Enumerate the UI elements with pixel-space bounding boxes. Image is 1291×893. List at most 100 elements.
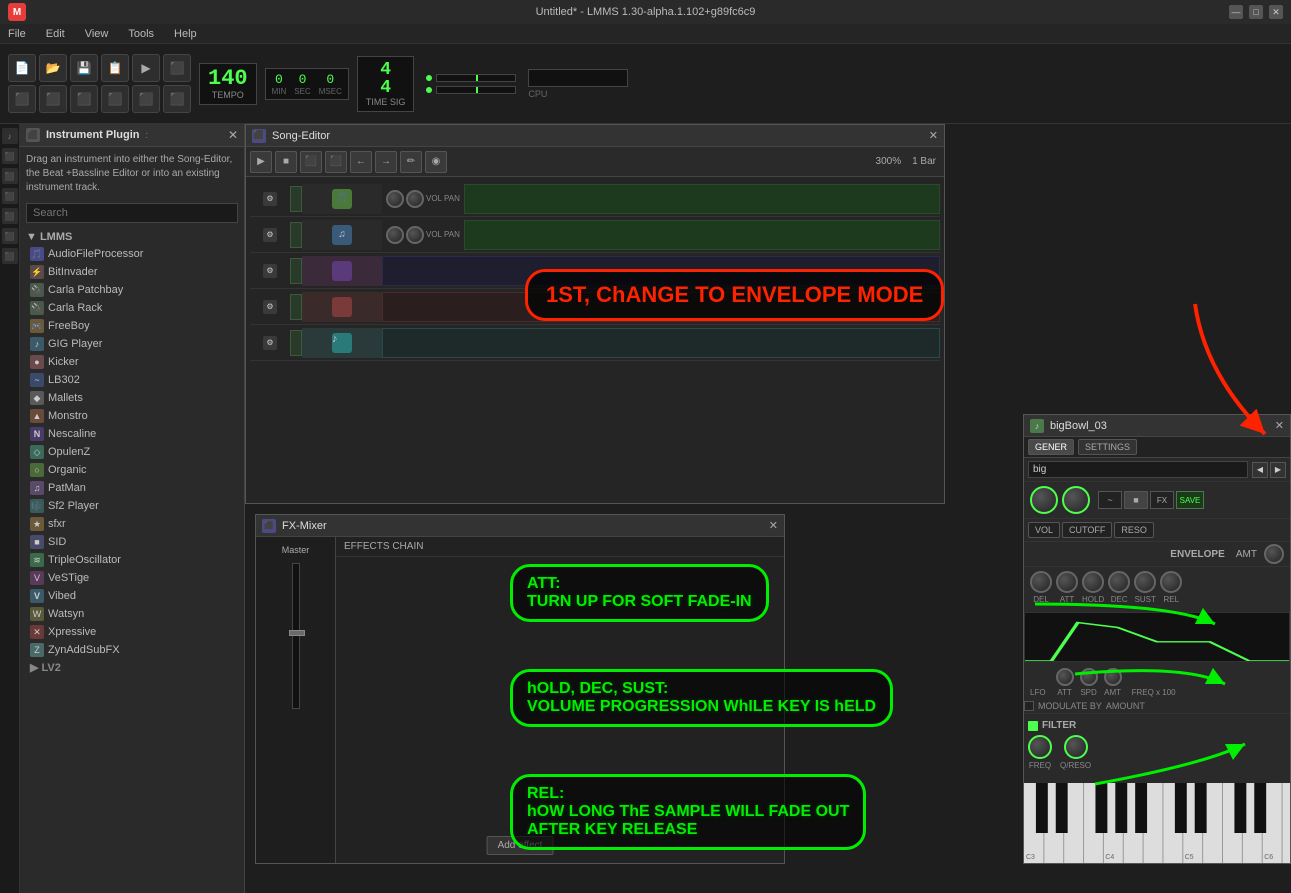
- import-button[interactable]: ⬛: [163, 54, 191, 82]
- song-editor-close[interactable]: ✕: [929, 129, 938, 142]
- instrument-item-audiofileprocessor[interactable]: 🎵 AudioFileProcessor: [26, 245, 238, 263]
- track2-vol-knob[interactable]: [386, 226, 404, 244]
- add-effect-button[interactable]: Add effect: [487, 836, 554, 855]
- bigbowl-del-knob[interactable]: [1030, 571, 1052, 593]
- bigbowl-range-tab-icon[interactable]: ■: [1124, 491, 1148, 509]
- instrument-item-sid[interactable]: ■ SID: [26, 533, 238, 551]
- se-draw-mode[interactable]: ✏: [400, 151, 422, 173]
- bigbowl-cutoff-envlfo-tab[interactable]: CUTOFF: [1062, 522, 1112, 538]
- bigbowl-filter-qreso-knob[interactable]: [1064, 735, 1088, 759]
- track5-mute-button[interactable]: [290, 330, 302, 356]
- instrument-item-xpressive[interactable]: ✕ Xpressive: [26, 623, 238, 641]
- bigbowl-filter-freq-knob[interactable]: [1028, 735, 1052, 759]
- bigbowl-sust-knob[interactable]: [1134, 571, 1156, 593]
- menu-view[interactable]: View: [81, 27, 113, 41]
- track-mute-button[interactable]: [290, 186, 302, 212]
- instrument-panel-close[interactable]: ✕: [228, 128, 238, 142]
- bigbowl-filter-toggle[interactable]: [1028, 721, 1038, 731]
- maximize-button[interactable]: □: [1249, 5, 1263, 19]
- bigbowl-vol-knob[interactable]: [1030, 486, 1058, 514]
- sidebar-icon-7[interactable]: ⬛: [2, 248, 18, 264]
- bigbowl-lfo-att-knob[interactable]: [1056, 668, 1074, 686]
- save-as-button[interactable]: 📋: [101, 54, 129, 82]
- track-pattern-3[interactable]: [382, 256, 940, 286]
- instrument-item-nescaline[interactable]: N Nescaline: [26, 425, 238, 443]
- bigbowl-dec-knob[interactable]: [1108, 571, 1130, 593]
- instrument-item-zynaddsubfx[interactable]: Z ZynAddSubFX: [26, 641, 238, 659]
- instrument-item-opulenz[interactable]: ◇ OpulenZ: [26, 443, 238, 461]
- track5-gear-icon[interactable]: ⚙: [263, 336, 277, 350]
- instrument-item-patman[interactable]: ♫ PatMan: [26, 479, 238, 497]
- bigbowl-close[interactable]: ✕: [1275, 419, 1284, 432]
- sidebar-icon-3[interactable]: ⬛: [2, 168, 18, 184]
- track2-gear-icon[interactable]: ⚙: [263, 228, 277, 242]
- controller-button[interactable]: ⬛: [163, 85, 191, 113]
- instrument-item-sf2player[interactable]: 🎼 Sf2 Player: [26, 497, 238, 515]
- track3-mute-button[interactable]: [290, 258, 302, 284]
- open-project-button[interactable]: 📂: [39, 54, 67, 82]
- track2-pan-knob[interactable]: [406, 226, 424, 244]
- se-add-bb-track[interactable]: ←: [350, 151, 372, 173]
- bigbowl-prev-button[interactable]: ◀: [1252, 462, 1268, 478]
- bigbowl-cutoff-knob[interactable]: [1062, 486, 1090, 514]
- instrument-item-vibed[interactable]: V Vibed: [26, 587, 238, 605]
- se-stop-button[interactable]: ■: [275, 151, 297, 173]
- track4-gear-icon[interactable]: ⚙: [263, 300, 277, 314]
- fx-mixer-button[interactable]: ⬛: [101, 85, 129, 113]
- save-project-button[interactable]: 💾: [70, 54, 98, 82]
- track3-gear-icon[interactable]: ⚙: [263, 264, 277, 278]
- track-pattern-2[interactable]: [464, 220, 940, 250]
- track-gear-icon[interactable]: ⚙: [263, 192, 277, 206]
- export-button[interactable]: ▶: [132, 54, 160, 82]
- bigbowl-modulate-checkbox[interactable]: [1024, 701, 1034, 711]
- instrument-item-vestige[interactable]: V VeSTige: [26, 569, 238, 587]
- tempo-section[interactable]: 140 TEMPO: [199, 63, 257, 105]
- bigbowl-save-tab-icon[interactable]: SAVE: [1176, 491, 1204, 509]
- bigbowl-tab-settings[interactable]: SETTINGS: [1078, 439, 1137, 455]
- sidebar-icon-2[interactable]: ⬛: [2, 148, 18, 164]
- bigbowl-vol-envlfo-tab[interactable]: VOL: [1028, 522, 1060, 538]
- sidebar-icon-4[interactable]: ⬛: [2, 188, 18, 204]
- track2-mute-button[interactable]: [290, 222, 302, 248]
- se-record-while-playing[interactable]: ⬛: [325, 151, 347, 173]
- bigbowl-name-input[interactable]: [1028, 461, 1248, 478]
- se-add-sample[interactable]: →: [375, 151, 397, 173]
- close-button[interactable]: ✕: [1269, 5, 1283, 19]
- instrument-item-mallets[interactable]: ◆ Mallets: [26, 389, 238, 407]
- bigbowl-lfo-spd-knob[interactable]: [1080, 668, 1098, 686]
- bigbowl-rel-knob[interactable]: [1160, 571, 1182, 593]
- bigbowl-lfo-amt-knob[interactable]: [1104, 668, 1122, 686]
- bigbowl-amt-knob[interactable]: [1264, 544, 1284, 564]
- instrument-item-sfxr[interactable]: ★ sfxr: [26, 515, 238, 533]
- menu-tools[interactable]: Tools: [124, 27, 158, 41]
- instrument-item-gigplayer[interactable]: ♪ GIG Player: [26, 335, 238, 353]
- instrument-item-lb302[interactable]: ~ LB302: [26, 371, 238, 389]
- new-project-button[interactable]: 📄: [8, 54, 36, 82]
- bigbowl-att-knob[interactable]: [1056, 571, 1078, 593]
- instrument-item-organic[interactable]: ○ Organic: [26, 461, 238, 479]
- instrument-search-input[interactable]: [26, 203, 238, 223]
- bigbowl-env-tab-icon[interactable]: ~: [1098, 491, 1122, 509]
- minimize-button[interactable]: —: [1229, 5, 1243, 19]
- instrument-item-watsyn[interactable]: W Watsyn: [26, 605, 238, 623]
- instrument-item-kicker[interactable]: ● Kicker: [26, 353, 238, 371]
- sidebar-icon-1[interactable]: ♪: [2, 128, 18, 144]
- sidebar-icon-5[interactable]: ⬛: [2, 208, 18, 224]
- time-signature-section[interactable]: 4 4 TIME SIG: [357, 56, 415, 112]
- track4-mute-button[interactable]: [290, 294, 302, 320]
- menu-help[interactable]: Help: [170, 27, 201, 41]
- se-play-button[interactable]: ▶: [250, 151, 272, 173]
- bigbowl-next-button[interactable]: ▶: [1270, 462, 1286, 478]
- instrument-item-freeboy[interactable]: 🎮 FreeBoy: [26, 317, 238, 335]
- instrument-item-bitinvader[interactable]: ⚡ BitInvader: [26, 263, 238, 281]
- track-pattern-5[interactable]: [382, 328, 940, 358]
- track-vol-knob[interactable]: [386, 190, 404, 208]
- track-pan-knob[interactable]: [406, 190, 424, 208]
- instrument-item-carlarack[interactable]: 🔌 Carla Rack: [26, 299, 238, 317]
- track-pattern-1[interactable]: [464, 184, 940, 214]
- se-erase-mode[interactable]: ◉: [425, 151, 447, 173]
- track-pattern-4[interactable]: [382, 292, 940, 322]
- instrument-item-monstro[interactable]: ▲ Monstro: [26, 407, 238, 425]
- beat-bassline-button[interactable]: ⬛: [39, 85, 67, 113]
- menu-edit[interactable]: Edit: [42, 27, 69, 41]
